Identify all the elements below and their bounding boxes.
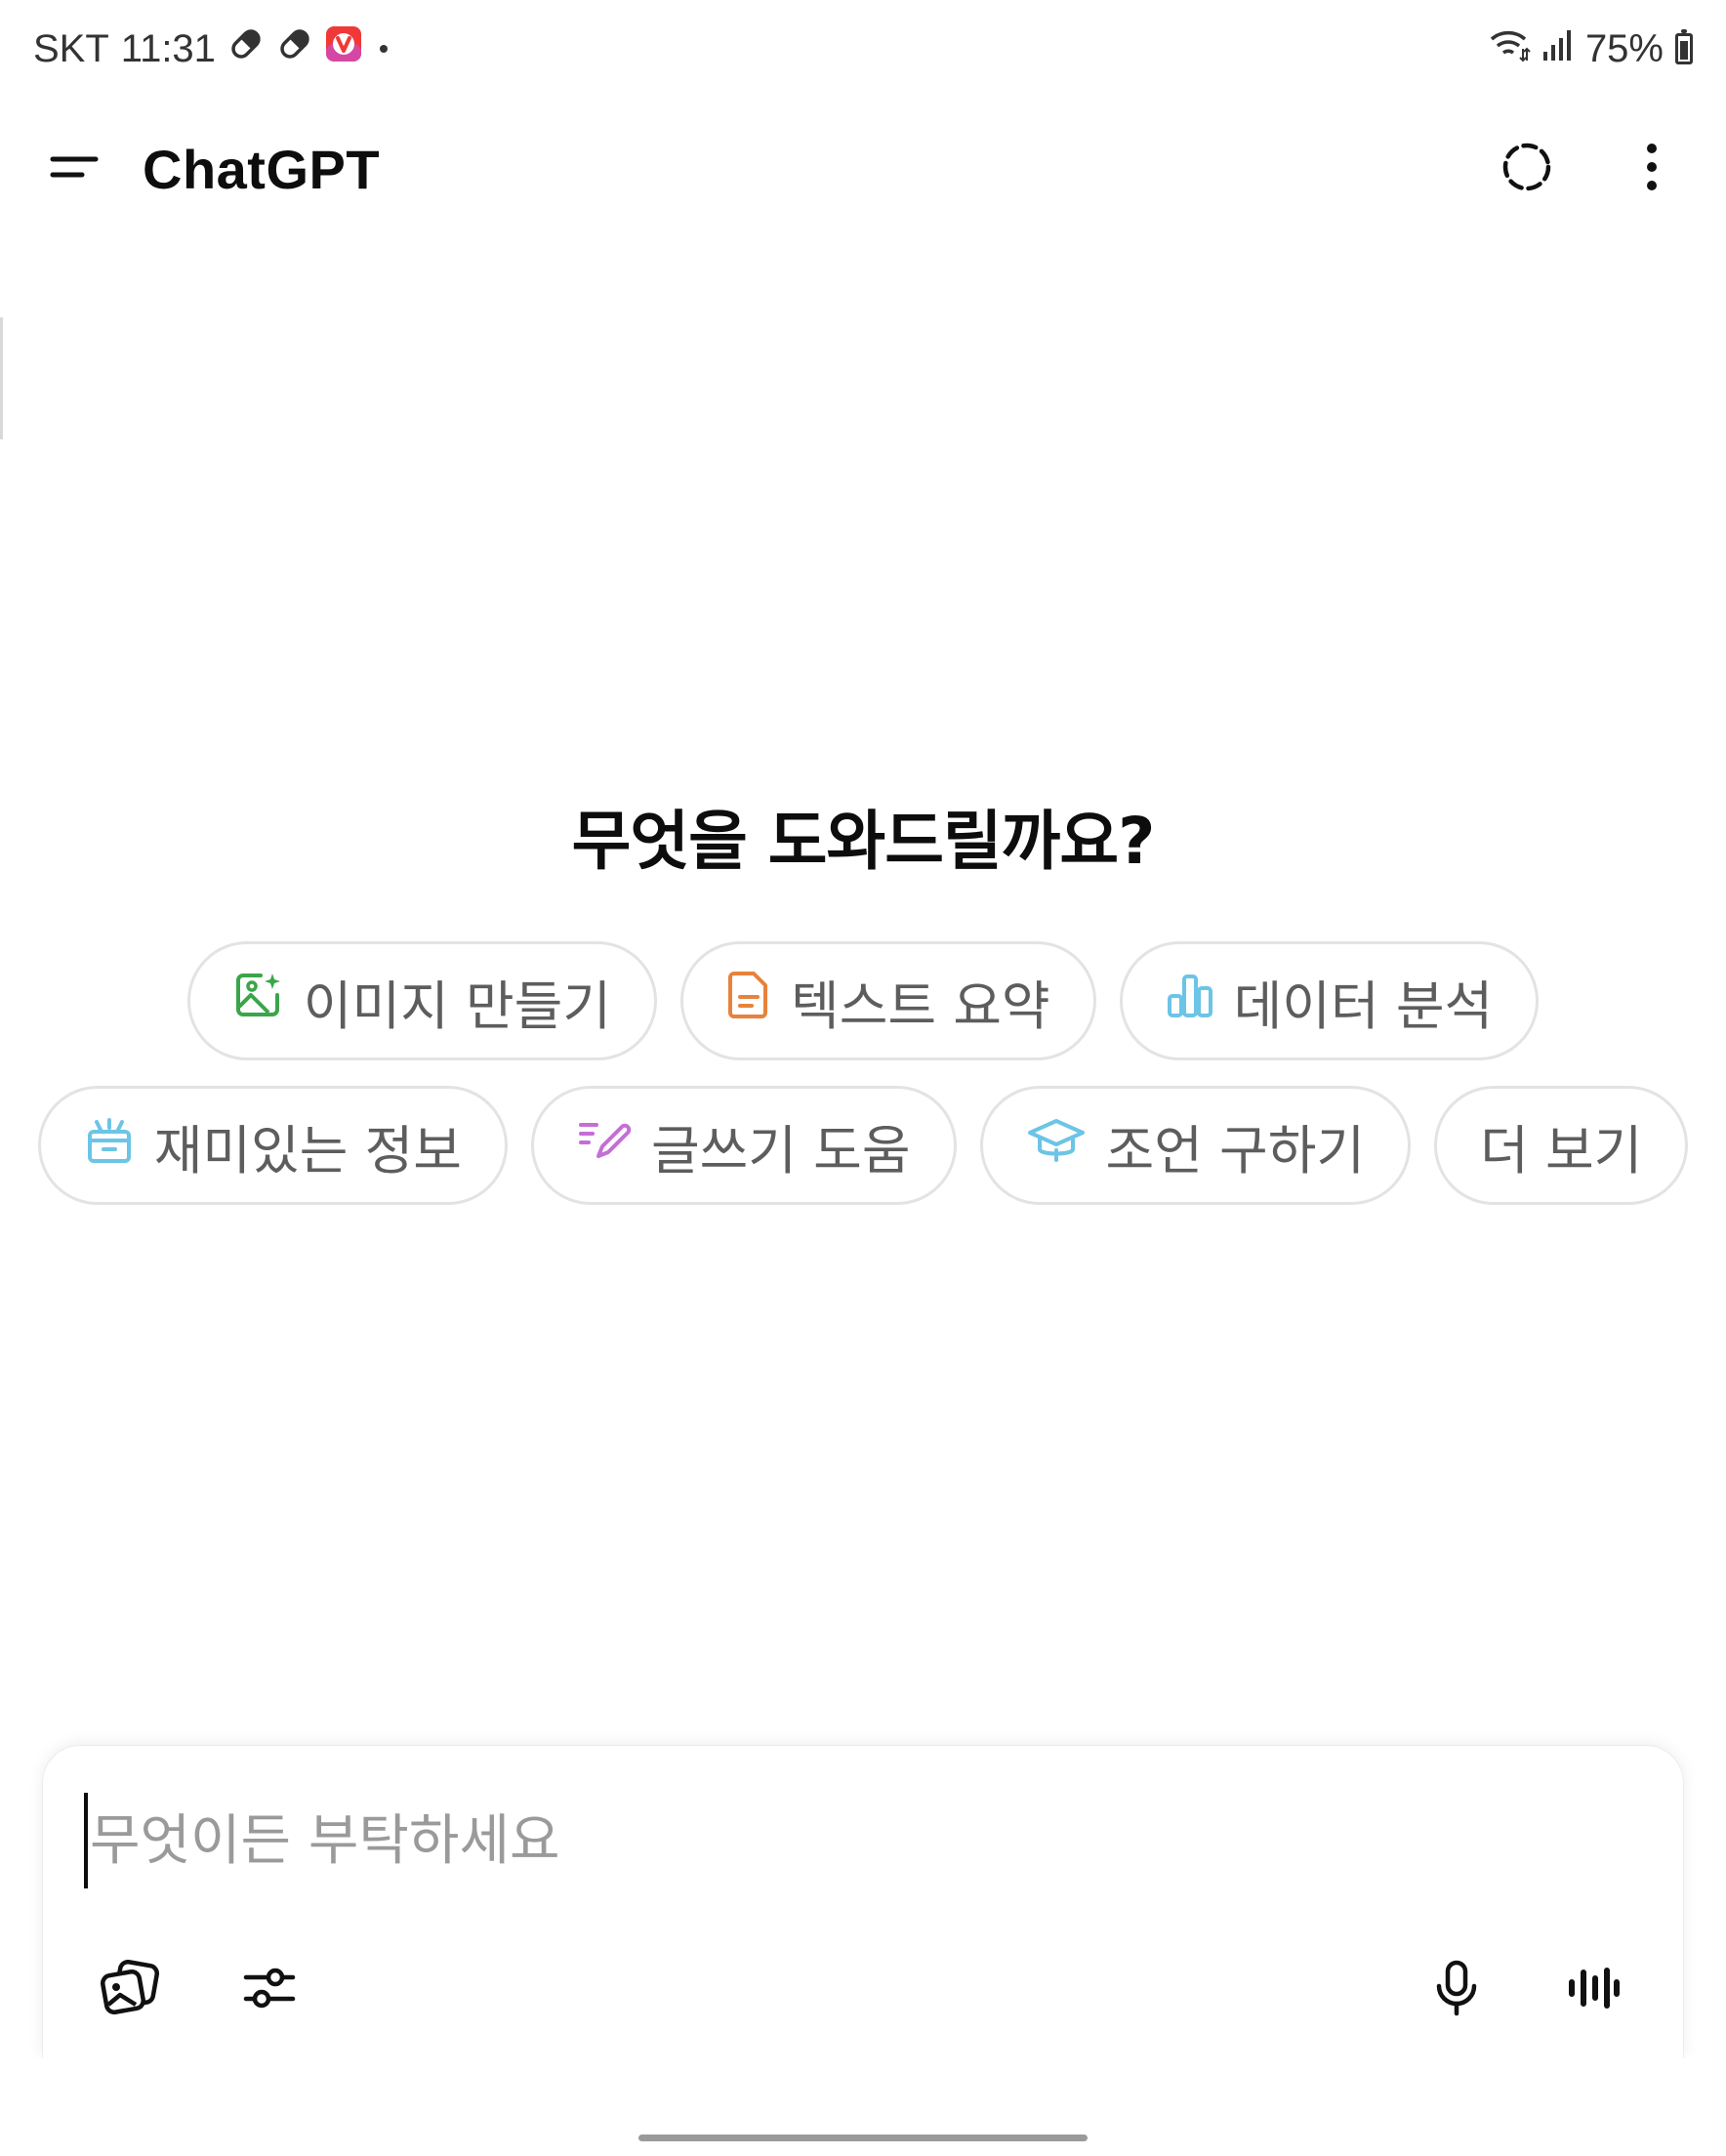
drawer-edge-handle[interactable] — [0, 317, 3, 439]
dictate-button[interactable] — [1418, 1951, 1496, 2029]
header-actions — [1492, 134, 1687, 204]
photos-icon — [101, 1960, 161, 2020]
more-vertical-icon — [1645, 142, 1659, 196]
suggestion-get-advice[interactable]: 조언 구하기 — [979, 1086, 1412, 1205]
suggestion-label: 텍스트 요약 — [791, 974, 1050, 1037]
carrier-label: SKT — [33, 26, 109, 70]
composer-tools-right — [1418, 1951, 1632, 2029]
menu-button[interactable] — [39, 134, 109, 204]
suggestion-label: 데이터 분석 — [1233, 974, 1494, 1037]
battery-icon — [1675, 29, 1693, 64]
app-header: ChatGPT — [0, 117, 1726, 221]
app-title[interactable]: ChatGPT — [143, 138, 380, 201]
suggestion-row-1: 이미지 만들기 텍스트 요약 데이터 분석 — [0, 941, 1726, 1060]
pen-icon — [577, 1115, 632, 1177]
dashed-circle-icon — [1500, 140, 1554, 198]
status-bar: SKT 11:31 75% — [0, 0, 1726, 98]
wifi-icon — [1488, 25, 1531, 72]
status-right: 75% — [1488, 25, 1693, 72]
gift-box-icon — [84, 1114, 135, 1178]
signal-icon — [1542, 27, 1574, 71]
suggestion-row-2: 재미있는 정보 글쓰기 도움 조언 구하기 더 보기 — [0, 1086, 1726, 1205]
menu-icon — [49, 150, 100, 187]
suggestion-label: 글쓰기 도움 — [650, 1119, 911, 1182]
message-composer — [43, 1746, 1683, 2058]
greeting-heading: 무엇을 도와드릴까요? — [571, 804, 1156, 879]
graduation-cap-icon — [1026, 1115, 1087, 1177]
composer-tools-left — [92, 1951, 308, 2029]
battery-level-fill — [1680, 40, 1688, 60]
suggestion-more[interactable]: 더 보기 — [1434, 1086, 1689, 1205]
more-notifications-dot — [379, 45, 388, 53]
suggestion-label: 이미지 만들기 — [303, 974, 612, 1037]
suggestion-label: 재미있는 정보 — [153, 1119, 462, 1182]
battery-percent: 75% — [1584, 26, 1664, 70]
chatgpt-app-screen: SKT 11:31 75% ChatGPT 무엇을 도와드릴까요? 이미지 만들… — [0, 0, 1726, 2156]
suggestion-label: 더 보기 — [1480, 1119, 1643, 1182]
vivaldi-app-icon — [325, 25, 362, 72]
suggestion-fun-facts[interactable]: 재미있는 정보 — [37, 1086, 508, 1205]
attach-photos-button[interactable] — [92, 1951, 170, 2029]
status-left: SKT 11:31 — [33, 25, 388, 72]
document-icon — [726, 970, 771, 1033]
suggestion-label: 조언 구하기 — [1105, 1119, 1366, 1182]
temporary-chat-button[interactable] — [1492, 134, 1562, 204]
pill-icon — [227, 25, 265, 72]
home-indicator[interactable] — [638, 2135, 1088, 2141]
pill-icon — [276, 25, 313, 72]
image-create-icon — [233, 970, 284, 1033]
sliders-icon — [242, 1964, 297, 2016]
suggestion-create-image[interactable]: 이미지 만들기 — [186, 941, 658, 1060]
more-options-button[interactable] — [1617, 134, 1687, 204]
voice-mode-button[interactable] — [1554, 1951, 1632, 2029]
message-input[interactable] — [84, 1793, 1615, 1888]
suggestion-summarize-text[interactable]: 텍스트 요약 — [680, 941, 1096, 1060]
voice-waveform-icon — [1567, 1965, 1620, 2015]
system-nav-area — [0, 2058, 1726, 2156]
suggestion-writing-help[interactable]: 글쓰기 도움 — [530, 1086, 957, 1205]
suggestion-analyze-data[interactable]: 데이터 분석 — [1119, 941, 1540, 1060]
clock: 11:31 — [120, 26, 216, 70]
bar-chart-icon — [1166, 971, 1214, 1032]
microphone-icon — [1434, 1959, 1479, 2021]
tools-settings-button[interactable] — [230, 1951, 308, 2029]
